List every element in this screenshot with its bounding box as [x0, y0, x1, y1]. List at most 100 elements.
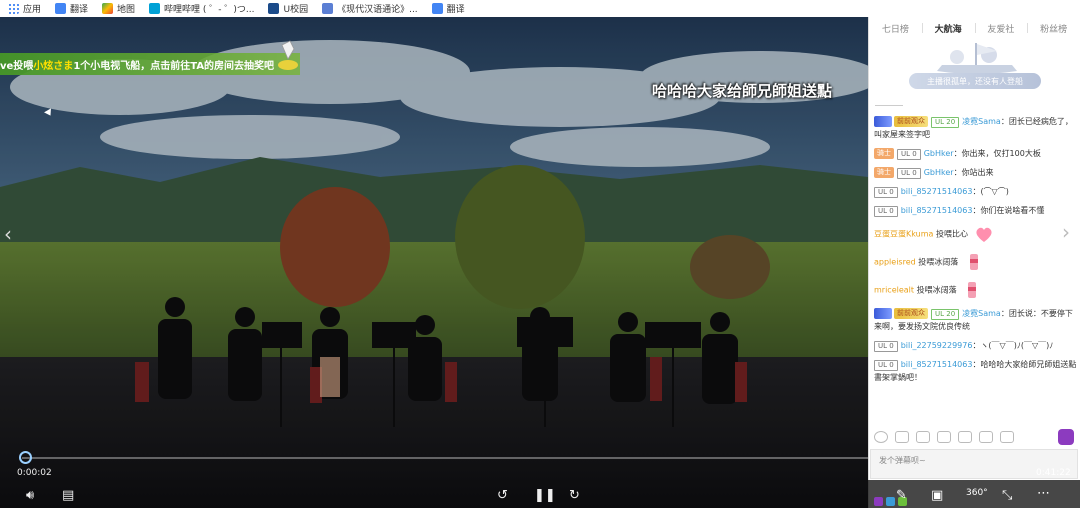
chat-list: 前前观众 UL 20 凌霓Sama：团长已经病危了，叫家屋来签字吧 骑士 UL 0 Gb… [874, 115, 1078, 390]
danmaku-toggle-icon[interactable]: ▤ [62, 488, 74, 503]
gift-message: mricelealt 投喂冰阔落 [874, 279, 1078, 301]
bookmark-u-campus[interactable]: U校园 [268, 2, 308, 15]
user-level: UL 0 [874, 187, 898, 198]
user-title: 骑士 [874, 148, 894, 159]
pencil-icon[interactable]: ✎ [896, 488, 907, 503]
tab-seven-day[interactable]: 七日榜 [869, 17, 922, 39]
user-badge-icon [874, 308, 892, 319]
danmaku-comment: 哈哈哈大家给師兄師姐送點 [652, 82, 833, 100]
chat-text: 你们在说啥看不懂 [980, 206, 1045, 215]
chat-text: (⌒▽⌒) [980, 187, 1009, 196]
volume-icon[interactable]: 🔊︎ [26, 488, 34, 503]
user-level: UL 20 [931, 309, 960, 320]
gift-text: 投喂比心 [935, 229, 968, 239]
rank-empty-message: 主播很孤单，还没有人登船 [909, 73, 1041, 89]
chat-username[interactable]: 凌霓Sama [962, 117, 1001, 126]
chat-text: 你站出来 [961, 168, 994, 177]
user-title: 骑士 [874, 167, 894, 178]
sidebar-divider [875, 105, 903, 106]
video-player[interactable]: ve投喂 小炫さま 1个小电视飞船，点击前往TA的房间去抽奖吧 哈哈哈大家给師兄師姐… [0, 17, 868, 508]
expand-icon[interactable] [1000, 431, 1014, 443]
bookmark-book[interactable]: 《现代汉语通论》... [322, 2, 418, 15]
browser-window: 应用 翻译 地图 哔哩哔哩 ( ゜- ゜)つ... U校园 《现代汉语通论》..… [0, 0, 1080, 508]
tab-fan-rank[interactable]: 粉丝榜 [1027, 17, 1080, 39]
capsule-icon[interactable] [937, 431, 951, 443]
chat-username[interactable]: bili_85271514063 [901, 187, 973, 196]
gift-text: 投喂冰阔落 [916, 285, 957, 295]
chat-username[interactable]: 豆蛋豆蛋Kkuma [874, 230, 933, 239]
task-icon[interactable] [1058, 429, 1074, 445]
bilibili-icon [149, 3, 161, 14]
rank-empty-area: 主播很孤单，还没有人登船 [869, 39, 1080, 99]
chat-message: 前前观众 UL 20 凌霓Sama：团长说：不要停下来啊，要发扬文院优良传统 [874, 308, 1073, 331]
pause-icon[interactable]: ❚❚ [534, 488, 556, 503]
tv-spaceship-icon [278, 40, 298, 70]
chat-message: 前前观众 UL 20 凌霓Sama：团长已经病危了，叫家屋来签字吧 [874, 116, 1073, 139]
user-level: UL 0 [897, 149, 921, 160]
bookmark-apps[interactable]: 应用 [8, 2, 41, 15]
bookmarks-bar: 应用 翻译 地图 哔哩哔哩 ( ゜- ゜)つ... U校园 《现代汉语通论》..… [0, 0, 1080, 17]
picture-in-picture-icon[interactable]: ▣ [931, 488, 943, 503]
fan-medal: 前前观众 [894, 308, 928, 319]
gift-icon[interactable] [916, 431, 930, 443]
apps-grid-icon [8, 3, 19, 14]
chat-username[interactable]: mricelealt [874, 286, 914, 295]
chat-username[interactable]: bili_85271514063 [901, 360, 973, 369]
current-time: 0:00:02 [17, 468, 52, 478]
more-icon[interactable]: ⋯ [1037, 486, 1050, 501]
chevron-right-icon[interactable]: › [1062, 220, 1070, 244]
chat-message: 骑士 UL 0 GbHker：你出来，仅打100大板 [874, 147, 1078, 160]
chat-message: UL 0 bili_22759229976：ヽ(￣▽￣)ﾉ(￣▽￣)ﾉ [874, 339, 1078, 352]
heart-gift-icon [975, 227, 992, 242]
chat-username[interactable]: 凌霓Sama [962, 309, 1001, 318]
gift-message: appleisred 投喂冰阔落 [874, 251, 1078, 273]
screen-icon[interactable] [958, 431, 972, 443]
chat-username[interactable]: GbHker [924, 149, 954, 158]
gift-text: 投喂冰阔落 [918, 257, 959, 267]
chevron-left-icon[interactable]: ‹ [4, 222, 12, 246]
chat-text: ヽ(￣▽￣)ﾉ(￣▽￣)ﾉ [980, 341, 1054, 350]
plugin-icon[interactable] [886, 497, 895, 506]
user-level: UL 0 [874, 341, 898, 352]
chat-message: UL 0 bili_85271514063：(⌒▽⌒) [874, 185, 1078, 198]
progress-handle[interactable] [19, 451, 32, 464]
chat-username[interactable]: bili_22759229976 [901, 341, 973, 350]
tab-friends-club[interactable]: 友爱社 [974, 17, 1028, 39]
user-level: UL 20 [931, 117, 960, 128]
ship-crew-illustration-icon [937, 43, 1017, 74]
record-icon[interactable] [979, 431, 993, 443]
tab-great-voyage[interactable]: 大航海 [921, 17, 975, 39]
emoji-icon[interactable] [874, 431, 888, 443]
translate-icon [55, 3, 67, 14]
chat-username[interactable]: bili_85271514063 [901, 206, 973, 215]
book-icon [322, 3, 334, 14]
user-level: UL 0 [897, 168, 921, 179]
chat-toolbar [870, 428, 1080, 446]
gift-announcement-banner[interactable]: ve投喂 小炫さま 1个小电视飞船，点击前往TA的房间去抽奖吧 [0, 53, 301, 75]
u-campus-icon [268, 3, 280, 14]
chat-username[interactable]: appleisred [874, 258, 916, 267]
maps-icon [102, 3, 114, 14]
user-level: UL 0 [874, 360, 898, 371]
panorama-360-icon[interactable]: 360° [966, 488, 988, 498]
plugin-icon[interactable] [874, 497, 883, 506]
fullscreen-exit-icon[interactable]: ⤡ [1002, 488, 1012, 503]
bookmark-translate[interactable]: 翻译 [55, 2, 88, 15]
bookmark-translate-2[interactable]: 翻译 [431, 2, 465, 15]
forward-30-icon[interactable]: ↻ [569, 488, 580, 503]
bookmark-maps[interactable]: 地图 [102, 2, 135, 15]
translate-icon [431, 3, 443, 14]
user-badge-icon [874, 116, 892, 127]
gift-message: 豆蛋豆蛋Kkuma 投喂比心 [874, 223, 1078, 245]
progress-bar[interactable] [22, 457, 868, 459]
fan-medal: 前前观众 [894, 116, 928, 127]
bookmark-bilibili[interactable]: 哔哩哔哩 ( ゜- ゜)つ... [149, 2, 254, 15]
chat-message: 骑士 UL 0 GbHker：你站出来 [874, 166, 1078, 179]
chat-username[interactable]: GbHker [924, 168, 954, 177]
cola-gift-icon [968, 282, 977, 298]
total-time: 0:41:22 [1036, 468, 1071, 478]
rewind-10-icon[interactable]: ↺ [497, 488, 508, 503]
cola-gift-icon [969, 254, 978, 270]
chat-text: 你出来，仅打100大板 [961, 149, 1041, 158]
palette-icon[interactable] [895, 431, 909, 443]
